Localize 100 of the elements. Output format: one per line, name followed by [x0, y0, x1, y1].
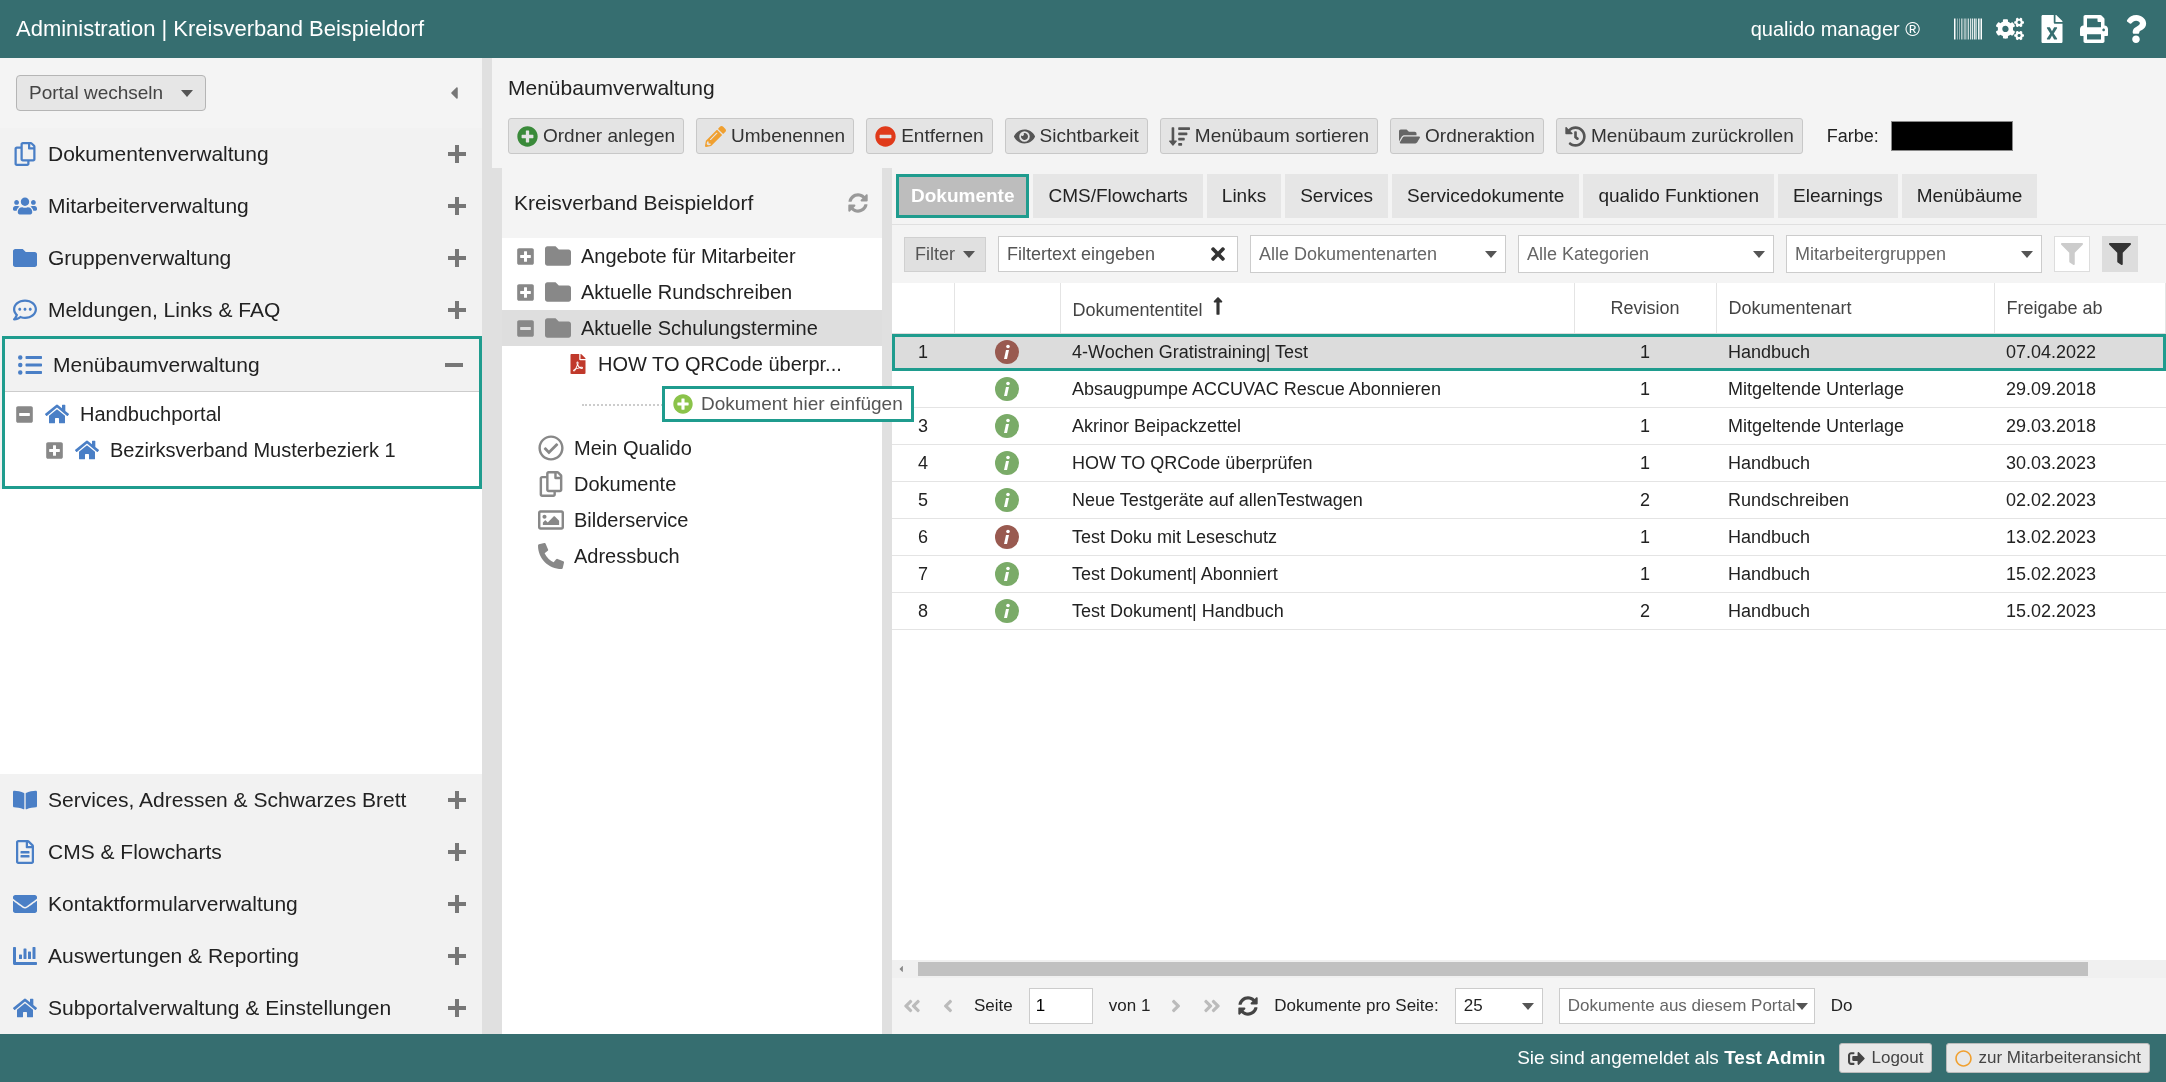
- table-row[interactable]: 8 Test Dokument| Handbuch 2 Handbuch 15.02.2023: [892, 592, 2166, 630]
- tree-folder[interactable]: Aktuelle Rundschreiben: [502, 274, 882, 310]
- sidebar-item[interactable]: Services, Adressen & Schwarzes Brett: [0, 774, 482, 826]
- color-label: Farbe:: [1826, 125, 1879, 147]
- plus-icon: [673, 394, 693, 414]
- tree-link[interactable]: Bilderservice: [574, 508, 689, 532]
- footer-button[interactable]: Logout: [1839, 1043, 1933, 1073]
- row-number: 4: [892, 444, 954, 482]
- tab[interactable]: qualido Funktionen: [1583, 174, 1774, 218]
- sidebar-item[interactable]: Meldungen, Links & FAQ: [0, 284, 482, 336]
- clear-icon[interactable]: [1208, 244, 1228, 264]
- home-icon: [72, 438, 102, 462]
- table-row[interactable]: 6 Test Doku mit Leseschutz 1 Handbuch 13.02.2023: [892, 518, 2166, 556]
- collapse-icon[interactable]: [516, 318, 535, 338]
- horizontal-scrollbar[interactable]: [892, 960, 2166, 978]
- sidebar-item[interactable]: Mitarbeiterverwaltung: [0, 180, 482, 232]
- folder-label: Aktuelle Schulungstermine: [581, 316, 818, 340]
- table-cell: Handbuch: [1716, 444, 1994, 482]
- sidebar-item[interactable]: Auswertungen & Reporting: [0, 930, 482, 982]
- sidebar-item[interactable]: Kontaktformularverwaltung: [0, 878, 482, 930]
- info-icon[interactable]: [995, 562, 1019, 586]
- home-icon: [10, 996, 40, 1020]
- tree-link[interactable]: Mein Qualido: [574, 436, 692, 460]
- tree-folder[interactable]: Angebote für Mitarbeiter: [502, 238, 882, 274]
- folder-icon: [545, 279, 571, 305]
- print-icon[interactable]: [2080, 15, 2108, 43]
- filter-button[interactable]: Filter: [904, 236, 986, 272]
- expand-icon[interactable]: [516, 282, 535, 302]
- toolbar-button[interactable]: Ordneraktion: [1390, 118, 1544, 154]
- toolbar-button[interactable]: Menübaum zurückrollen: [1555, 118, 1803, 154]
- filter-icon[interactable]: [2102, 236, 2138, 272]
- filter-select[interactable]: Alle Kategorien: [1518, 235, 1774, 273]
- table-row[interactable]: 1 4-Wochen Gratistraining| Test 1 Handbuch 07.04.2022: [892, 333, 2166, 371]
- tab[interactable]: Services: [1285, 174, 1389, 218]
- column-header[interactable]: Dokumentenart: [1716, 283, 1994, 334]
- toolbar-button[interactable]: Umbenennen: [696, 118, 855, 154]
- tree-link[interactable]: Adressbuch: [574, 544, 680, 568]
- table-cell: Test Dokument| Handbuch: [1060, 592, 1574, 630]
- refresh-icon[interactable]: [1238, 996, 1259, 1016]
- table-cell: 1: [1574, 407, 1716, 445]
- toolbar-button[interactable]: Sichtbarkeit: [1004, 118, 1148, 154]
- tree-item[interactable]: Bezirksverband Musterbezierk 1: [110, 438, 396, 462]
- expand-icon[interactable]: [45, 440, 64, 460]
- tree-document[interactable]: HOW TO QRCode überpr...: [598, 352, 842, 376]
- list-icon: [15, 353, 45, 377]
- sidebar-item[interactable]: Subportalverwaltung & Einstellungen: [0, 982, 482, 1034]
- tab[interactable]: Elearnings: [1778, 174, 1898, 218]
- toolbar-button[interactable]: Entfernen: [866, 118, 993, 154]
- checklist-icon: [538, 435, 564, 461]
- table-cell: 07.04.2022: [1994, 333, 2166, 371]
- caret-icon: [1753, 250, 1765, 258]
- filter-select[interactable]: Mitarbeitergruppen: [1786, 235, 2042, 273]
- tree-item[interactable]: Handbuchportal: [80, 402, 222, 426]
- filter-text-field[interactable]: Filtertext eingeben: [998, 236, 1238, 272]
- collapse-icon[interactable]: [15, 404, 34, 424]
- table-row[interactable]: 5 Neue Testgeräte auf allenTestwagen 2 Rundschreiben 02.02.2023: [892, 481, 2166, 519]
- info-icon[interactable]: [995, 599, 1019, 623]
- tree-link[interactable]: Dokumente: [574, 472, 677, 496]
- tab[interactable]: Links: [1206, 174, 1282, 218]
- sidebar-item[interactable]: Menübaumverwaltung: [5, 339, 479, 391]
- portal-switch-button[interactable]: Portal wechseln: [16, 75, 207, 111]
- table-cell: Akrinor Beipackzettel: [1060, 407, 1574, 445]
- table-cell: 13.02.2023: [1994, 518, 2166, 556]
- plus-icon: [448, 791, 466, 809]
- sidebar-item[interactable]: Gruppenverwaltung: [0, 232, 482, 284]
- tab[interactable]: Menübäume: [1901, 174, 2038, 218]
- toolbar-button[interactable]: Ordner anlegen: [508, 118, 685, 154]
- toolbar-button[interactable]: Menübaum sortieren: [1159, 118, 1379, 154]
- scope-select[interactable]: Dokumente aus diesem Portal: [1558, 988, 1815, 1024]
- table-cell: 30.03.2023: [1994, 444, 2166, 482]
- info-icon[interactable]: [995, 488, 1019, 512]
- info-icon[interactable]: [995, 340, 1019, 364]
- per-page-select[interactable]: 25: [1454, 988, 1543, 1024]
- column-header[interactable]: Dokumententitel: [1072, 299, 1203, 320]
- sidebar-item[interactable]: CMS & Flowcharts: [0, 826, 482, 878]
- info-icon[interactable]: [995, 525, 1019, 549]
- info-icon[interactable]: [995, 377, 1019, 401]
- table-row[interactable]: 4 HOW TO QRCode überprüfen 1 Handbuch 30.03.2023: [892, 444, 2166, 482]
- column-header[interactable]: Revision: [1574, 283, 1716, 334]
- tab[interactable]: Servicedokumente: [1392, 174, 1580, 218]
- color-field[interactable]: [1890, 121, 2013, 151]
- page-field[interactable]: 1: [1028, 988, 1093, 1024]
- tab[interactable]: CMS/Flowcharts: [1033, 174, 1203, 218]
- filter-select[interactable]: Alle Dokumentenarten: [1250, 235, 1506, 273]
- plus-icon: [448, 197, 466, 215]
- footer-button[interactable]: zur Mitarbeiteransicht: [1946, 1043, 2150, 1073]
- info-icon[interactable]: [995, 451, 1019, 475]
- info-icon[interactable]: [995, 414, 1019, 438]
- table-cell: Test Doku mit Leseschutz: [1060, 518, 1574, 556]
- expand-icon[interactable]: [516, 246, 535, 266]
- table-cell: 1: [1574, 555, 1716, 593]
- sidebar-item[interactable]: Dokumentenverwaltung: [0, 128, 482, 180]
- caret-icon: [1521, 1002, 1534, 1010]
- phone-icon: [538, 543, 564, 569]
- minus-icon: [445, 363, 463, 367]
- tree-folder[interactable]: Aktuelle Schulungstermine: [502, 310, 882, 346]
- column-header[interactable]: Freigabe ab: [1994, 283, 2166, 334]
- gears-icon[interactable]: [1996, 15, 2024, 43]
- table-row[interactable]: 7 Test Dokument| Abonniert 1 Handbuch 15.02.2023: [892, 555, 2166, 593]
- folder-label: Aktuelle Rundschreiben: [581, 280, 793, 304]
